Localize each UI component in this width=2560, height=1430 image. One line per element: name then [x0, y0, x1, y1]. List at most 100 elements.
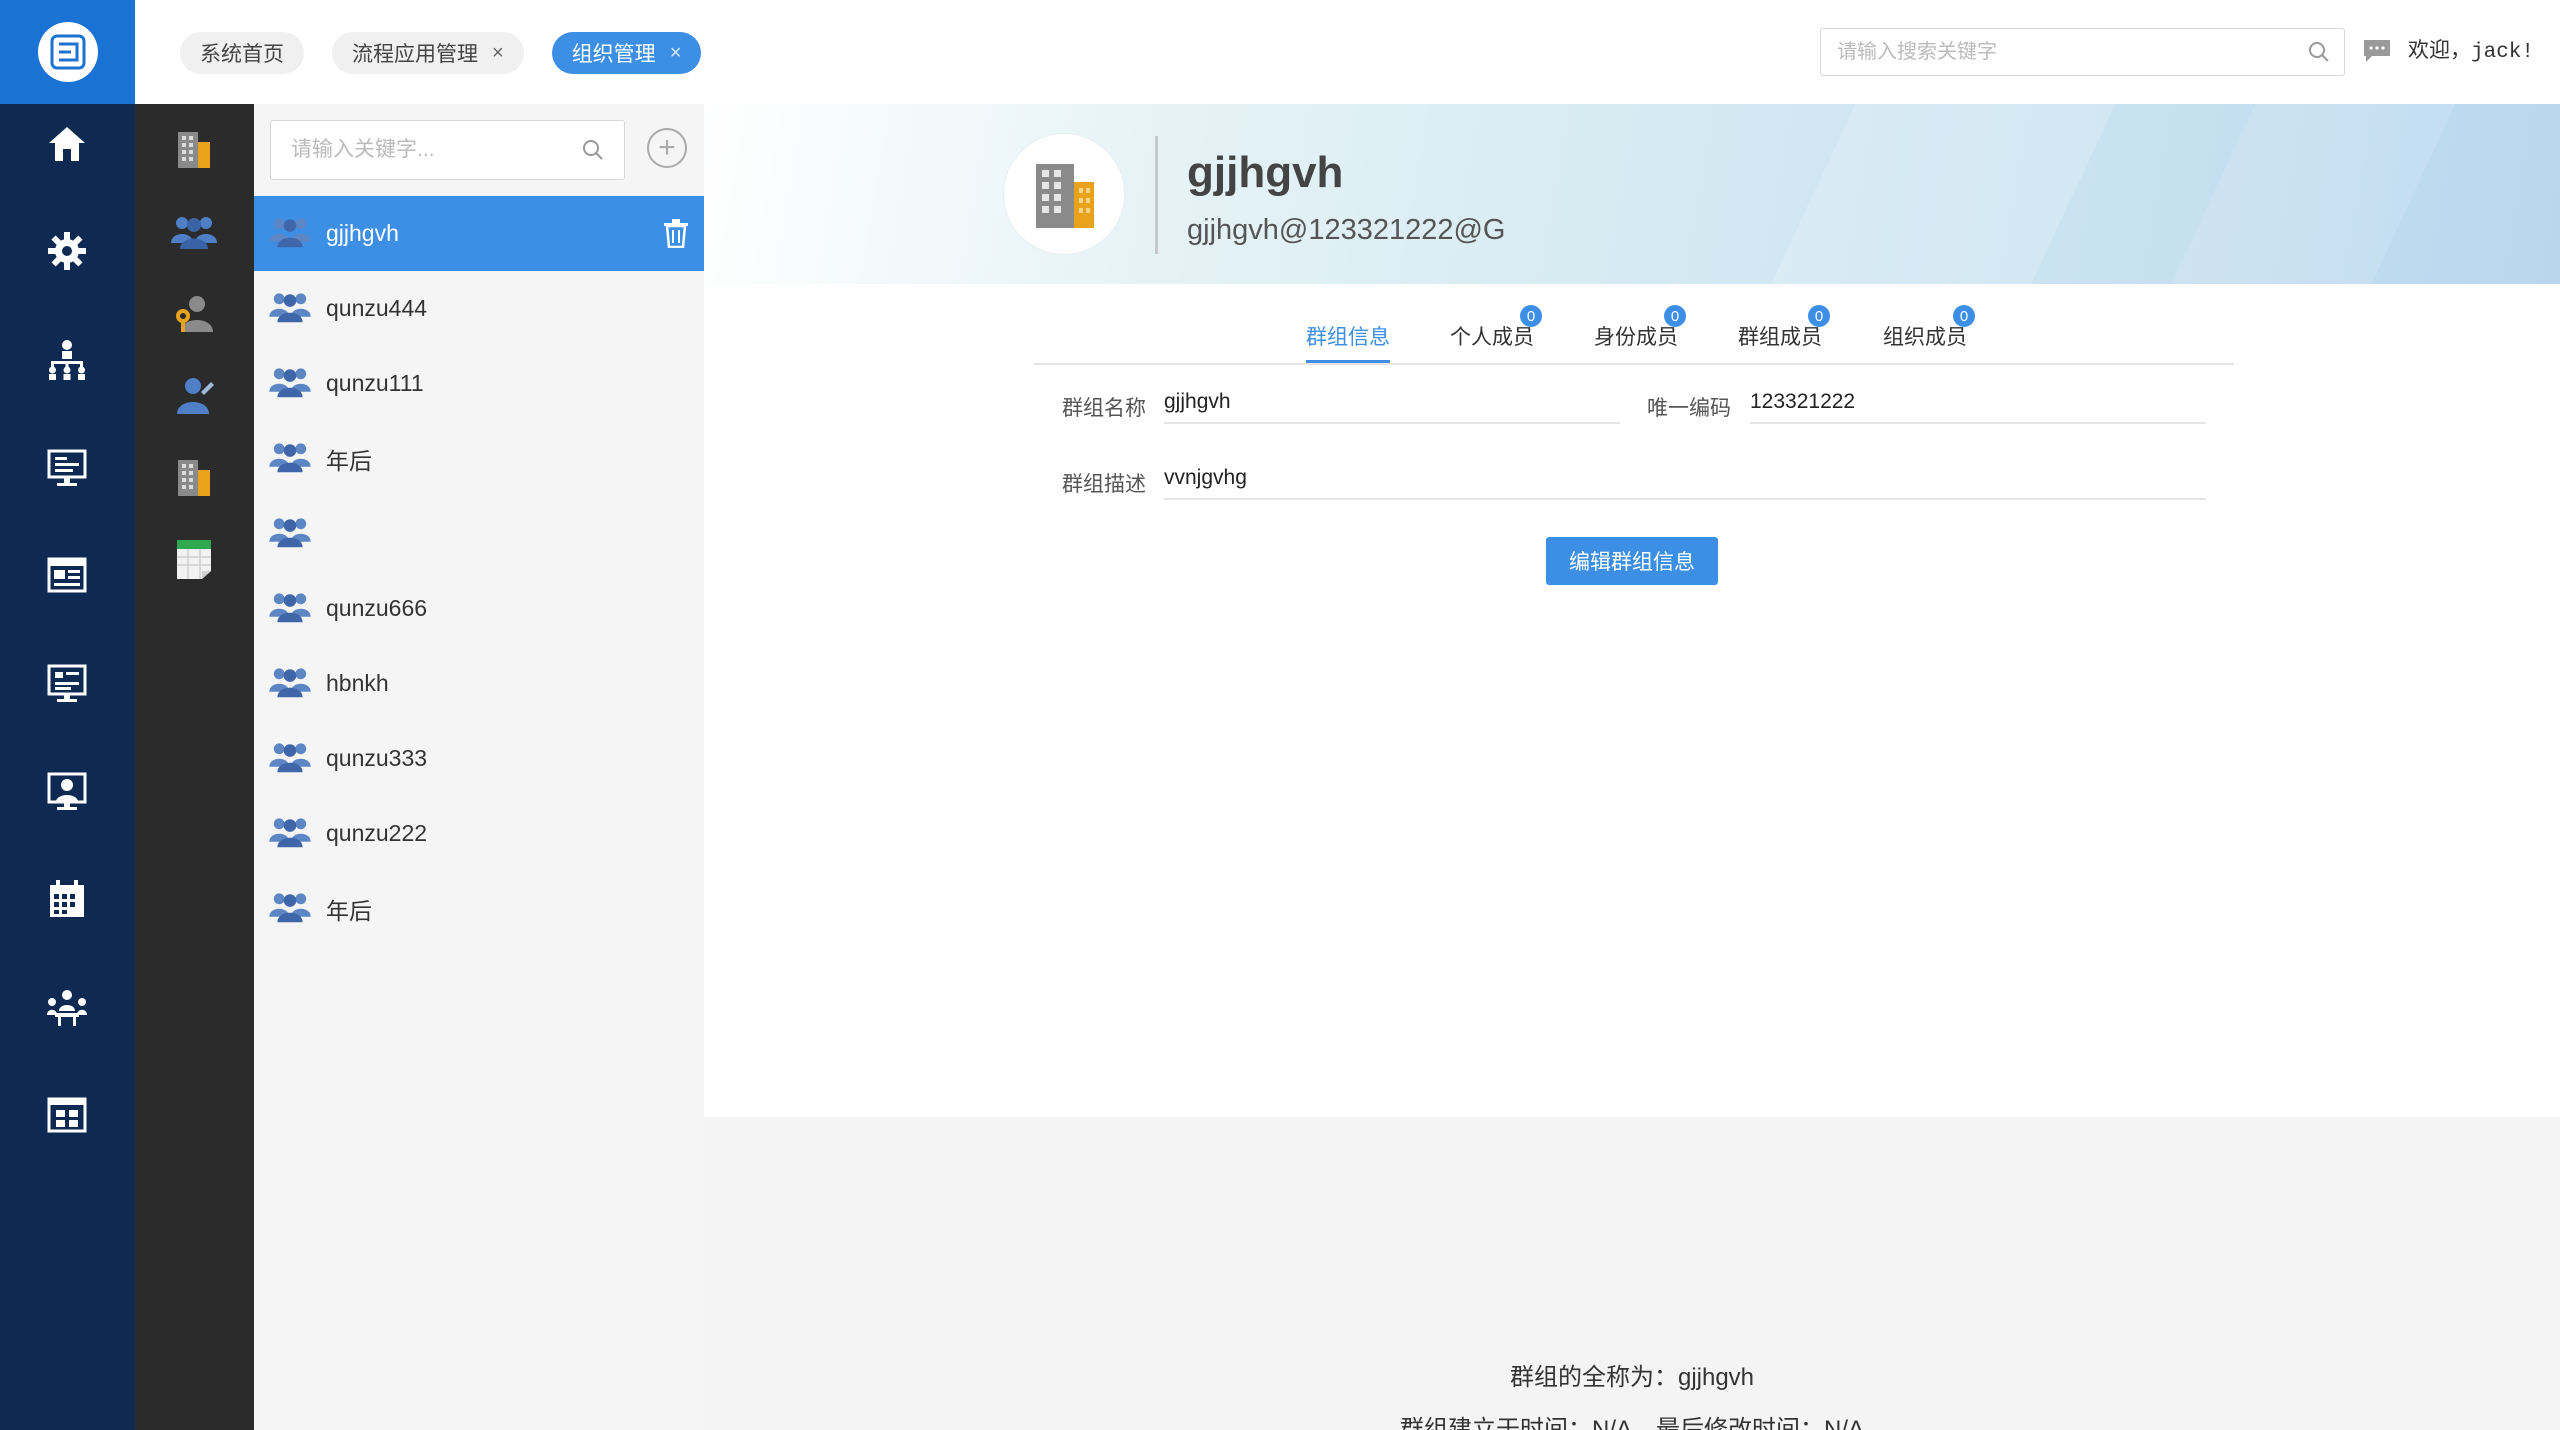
group-name-label: 群组名称 — [1062, 397, 1146, 420]
group-icon — [268, 288, 312, 330]
group-list-item[interactable]: qunzu222 — [254, 796, 704, 871]
group-list: gjjhgvh qunzu444 qunzu111 年后 qunzu666 hbnkh qu… — [254, 196, 704, 946]
trash-icon[interactable] — [662, 218, 690, 254]
group-header-banner: gjjhgvh gjjhgvh@123321222@G — [704, 104, 2560, 284]
tab-label: 身份成员 — [1594, 326, 1678, 349]
spreadsheet-icon[interactable] — [169, 534, 219, 584]
group-search — [270, 120, 625, 180]
group-icon[interactable] — [169, 206, 219, 256]
group-title: gjjhgvh — [1187, 148, 1344, 197]
welcome-text: 欢迎，jack! — [2408, 41, 2535, 64]
home-icon[interactable] — [42, 118, 92, 168]
monitor-icon[interactable] — [42, 442, 92, 492]
group-list-item[interactable]: 年后 — [254, 871, 704, 946]
presentation-icon[interactable] — [42, 766, 92, 816]
tab-label: 组织成员 — [1883, 326, 1967, 349]
group-list-item-label: qunzu333 — [326, 745, 428, 771]
tab-group-members[interactable]: 群组成员 0 — [1738, 305, 1830, 351]
main-nav — [0, 104, 135, 1430]
group-icon — [268, 663, 312, 705]
group-icon — [268, 513, 312, 555]
group-icon — [268, 888, 312, 930]
group-list-item[interactable]: qunzu444 — [254, 271, 704, 346]
tab-process-app[interactable]: 流程应用管理 × — [332, 32, 524, 74]
group-search-input[interactable] — [271, 121, 624, 179]
message-icon[interactable] — [2362, 38, 2392, 69]
banner-facet — [2134, 104, 2474, 284]
header-divider — [1155, 136, 1158, 254]
tab-label: 个人成员 — [1450, 326, 1534, 349]
tab-home[interactable]: 系统首页 — [180, 32, 304, 74]
group-list-item-label: qunzu444 — [326, 295, 428, 321]
global-search-input[interactable] — [1821, 29, 2344, 75]
group-icon — [268, 738, 312, 780]
group-icon — [268, 213, 312, 255]
group-description-value: vvnjgvhg — [1164, 460, 2206, 500]
add-group-button[interactable]: + — [647, 128, 687, 168]
group-list-item-label: qunzu222 — [326, 820, 428, 846]
person-edit-icon[interactable] — [169, 370, 219, 420]
grid-icon[interactable] — [42, 1090, 92, 1140]
close-icon[interactable]: × — [670, 43, 682, 63]
unique-code-value: 123321222 — [1750, 384, 2206, 424]
tab-org-members[interactable]: 组织成员 0 — [1883, 305, 1975, 351]
group-list-item-label: 年后 — [326, 447, 372, 474]
tab-label: 组织管理 — [571, 43, 656, 66]
info-tabs: 群组信息 个人成员 0 身份成员 0 群组成员 0 组织成员 0 — [1034, 305, 2234, 365]
count-badge: 0 — [1953, 305, 1975, 327]
search-icon[interactable] — [582, 139, 604, 166]
page-tabs: 系统首页 流程应用管理 × 组织管理 × — [180, 32, 702, 74]
count-badge: 0 — [1520, 305, 1542, 327]
group-summary: 群组的全称为：gjjhgvh 群组建立于时间：N/A，最后修改时间：N/A — [704, 1117, 2560, 1430]
search-icon[interactable] — [2308, 41, 2330, 68]
main-content: gjjhgvh gjjhgvh@123321222@G 群组信息 个人成员 0 … — [704, 104, 2560, 1430]
group-list-item[interactable]: 年后 — [254, 421, 704, 496]
role-user-icon[interactable] — [169, 288, 219, 338]
tab-personal-members[interactable]: 个人成员 0 — [1450, 305, 1542, 351]
dashboard-icon[interactable] — [42, 658, 92, 708]
global-search — [1820, 28, 2345, 76]
tab-identity-members[interactable]: 身份成员 0 — [1594, 305, 1686, 351]
tab-label: 流程应用管理 — [352, 43, 478, 66]
group-list-item[interactable]: qunzu333 — [254, 721, 704, 796]
group-name-value: gjjhgvh — [1164, 384, 1620, 424]
count-badge: 0 — [1808, 305, 1830, 327]
sub-nav — [135, 104, 254, 1430]
group-list-item-label: hbnkh — [326, 670, 389, 696]
group-description-label: 群组描述 — [1062, 473, 1146, 496]
building-icon[interactable] — [169, 452, 219, 502]
group-timestamps: 群组建立于时间：N/A，最后修改时间：N/A — [1399, 1416, 1864, 1430]
group-list-item-label: 年后 — [326, 897, 372, 924]
building-icon[interactable] — [169, 124, 219, 174]
group-list-item-label: qunzu111 — [326, 370, 424, 396]
logo[interactable] — [0, 0, 135, 104]
news-icon[interactable] — [42, 550, 92, 600]
calendar-icon[interactable] — [42, 874, 92, 924]
group-list-item-label: gjjhgvh — [326, 220, 399, 246]
group-icon — [268, 588, 312, 630]
tab-label: 群组信息 — [1306, 326, 1390, 349]
edit-group-button[interactable]: 编辑群组信息 — [1546, 537, 1718, 585]
group-avatar — [1004, 134, 1124, 254]
group-icon — [268, 363, 312, 405]
group-icon — [268, 438, 312, 480]
group-list-item[interactable]: qunzu666 — [254, 571, 704, 646]
app-root: 系统首页 流程应用管理 × 组织管理 × 欢迎，jack! — [0, 0, 2560, 1430]
tab-label: 群组成员 — [1738, 326, 1822, 349]
group-list-item-label: qunzu666 — [326, 595, 428, 621]
org-chart-icon[interactable] — [42, 334, 92, 384]
tab-org-management[interactable]: 组织管理 × — [551, 32, 702, 74]
group-distinguished-name: gjjhgvh@123321222@G — [1187, 214, 1506, 246]
logo-icon — [37, 22, 98, 82]
group-icon — [268, 813, 312, 855]
close-icon[interactable]: × — [492, 43, 504, 63]
count-badge: 0 — [1664, 305, 1686, 327]
gear-icon[interactable] — [42, 226, 92, 276]
group-list-item[interactable] — [254, 496, 704, 571]
tab-group-info[interactable]: 群组信息 — [1306, 321, 1390, 363]
group-list-item[interactable]: hbnkh — [254, 646, 704, 721]
meeting-icon[interactable] — [42, 982, 92, 1032]
group-list-item[interactable]: qunzu111 — [254, 346, 704, 421]
group-list-item[interactable]: gjjhgvh — [254, 196, 704, 271]
top-bar: 系统首页 流程应用管理 × 组织管理 × 欢迎，jack! — [0, 0, 2560, 104]
